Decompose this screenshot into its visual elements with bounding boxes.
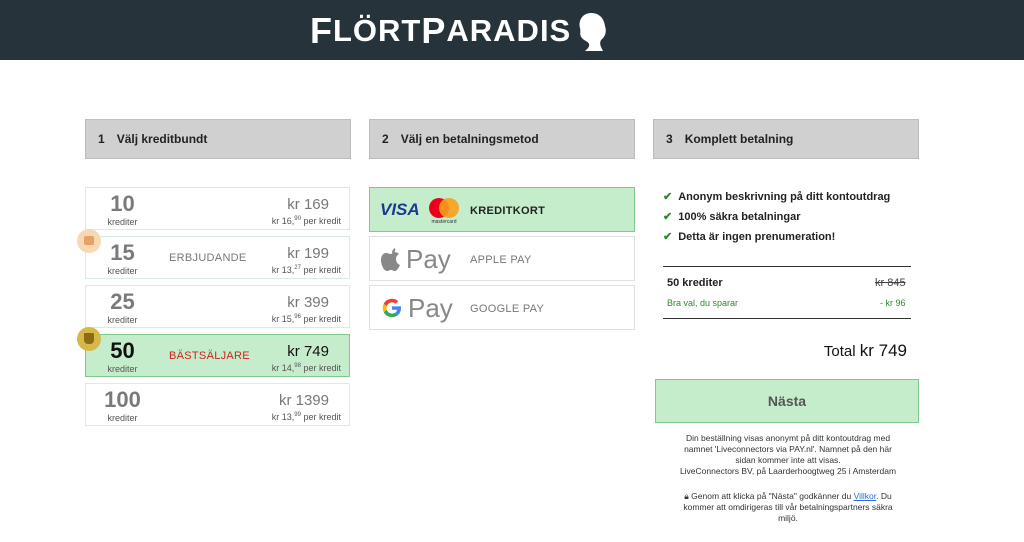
lock-icon: 🔒︎ bbox=[684, 491, 689, 501]
bundle-count: 100 bbox=[104, 387, 141, 412]
bundle-unit: krediter bbox=[107, 315, 138, 325]
step-number: 1 bbox=[98, 132, 105, 146]
bundle-unit: krediter bbox=[107, 413, 138, 423]
offer-tag: ERBJUDANDE bbox=[169, 252, 247, 264]
summary-divider-bottom bbox=[663, 318, 911, 319]
logo-letter-f: F bbox=[310, 10, 333, 51]
woman-silhouette-icon bbox=[579, 13, 607, 51]
terms-link[interactable]: Villkor bbox=[854, 491, 877, 501]
benefit-item: ✔ 100% säkra betalningar bbox=[663, 211, 801, 223]
bundle-price: kr 1399 bbox=[278, 392, 329, 409]
bundle-price: kr 199 bbox=[287, 245, 329, 262]
payment-googlepay[interactable]: Pay GOOGLE PAY bbox=[369, 285, 635, 330]
bundle-per-credit: kr 13,27 per kredit bbox=[271, 265, 341, 275]
bundle-unit: krediter bbox=[107, 364, 138, 374]
step-number: 3 bbox=[666, 132, 673, 146]
logo-word-part: LÖRT bbox=[333, 13, 422, 48]
bundle-price: kr 399 bbox=[287, 294, 329, 311]
bundle-per-credit: kr 13,99 per kredit bbox=[271, 412, 341, 422]
anonymity-note: Din beställning visas anonymt på ditt ko… bbox=[679, 433, 897, 476]
bundle-price: kr 169 bbox=[287, 196, 329, 213]
checkmark-icon: ✔ bbox=[663, 211, 673, 223]
step-2-column: 2 Välj en betalningsmetod bbox=[369, 119, 635, 159]
gift-icon bbox=[77, 229, 101, 253]
brand-logo[interactable]: F LÖRT P ARADIS bbox=[310, 10, 609, 52]
logo-word-part-2: ARADIS bbox=[446, 13, 572, 48]
bundle-price: kr 749 bbox=[287, 343, 329, 360]
summary-divider-top bbox=[663, 266, 911, 267]
payment-applepay[interactable]: Pay APPLE PAY bbox=[369, 236, 635, 281]
svg-text:mastercard: mastercard bbox=[431, 219, 456, 224]
bundle-per-credit: kr 15,96 per kredit bbox=[271, 314, 341, 324]
step-3-header: 3 Komplett betalning bbox=[653, 119, 919, 159]
step-number: 2 bbox=[382, 132, 389, 146]
payment-creditcard[interactable]: VISA mastercard KREDITKORT bbox=[369, 187, 635, 232]
bundle-25[interactable]: 25 krediter kr 399 kr 15,96 per kredit bbox=[85, 285, 350, 328]
summary-item: 50 krediter bbox=[667, 277, 723, 289]
payment-label: GOOGLE PAY bbox=[470, 303, 545, 315]
step-title: Komplett betalning bbox=[684, 132, 794, 146]
bundle-per-credit: kr 16,90 per kredit bbox=[271, 216, 341, 226]
step-title: Välj en betalningsmetod bbox=[400, 132, 539, 146]
bundle-unit: krediter bbox=[107, 266, 138, 276]
benefit-item: ✔ Anonym beskrivning på ditt kontoutdrag bbox=[663, 191, 891, 203]
step-1-header: 1 Välj kreditbundt bbox=[85, 119, 351, 159]
logo-letter-p: P bbox=[421, 10, 447, 51]
applepay-logo: Pay bbox=[380, 243, 451, 275]
visa-logo: VISA bbox=[380, 200, 420, 219]
bundle-per-credit: kr 14,98 per kredit bbox=[271, 363, 341, 373]
google-g-icon bbox=[382, 298, 401, 317]
bestseller-tag: BÄSTSÄLJARE bbox=[169, 350, 250, 362]
step-2-header: 2 Välj en betalningsmetod bbox=[369, 119, 635, 159]
bundle-count: 10 bbox=[110, 191, 135, 216]
step-1-column: 1 Välj kreditbundt bbox=[85, 119, 351, 159]
trophy-icon bbox=[77, 327, 101, 351]
savings-label: Bra val, du sparar bbox=[667, 298, 739, 308]
step-title: Välj kreditbundt bbox=[116, 132, 208, 146]
top-bar: F LÖRT P ARADIS bbox=[0, 0, 1024, 60]
bundle-unit: krediter bbox=[107, 217, 138, 227]
summary-old-price: kr 845 bbox=[875, 277, 906, 289]
payment-label: APPLE PAY bbox=[470, 254, 532, 266]
apple-icon bbox=[381, 248, 400, 271]
savings-value: - kr 96 bbox=[880, 298, 906, 308]
bundle-10[interactable]: 10 krediter kr 169 kr 16,90 per kredit bbox=[85, 187, 350, 230]
bundle-count: 25 bbox=[110, 289, 135, 314]
benefit-item: ✔ Detta är ingen prenumeration! bbox=[663, 231, 836, 243]
card-logos: VISA mastercard bbox=[380, 194, 462, 226]
bundle-15[interactable]: 15 krediter ERBJUDANDE kr 199 kr 13,27 p… bbox=[85, 236, 350, 279]
next-button[interactable]: Nästa bbox=[655, 379, 919, 423]
terms-note: 🔒︎ Genom att klicka på "Nästa" godkänner… bbox=[683, 491, 893, 523]
checkmark-icon: ✔ bbox=[663, 191, 673, 203]
mastercard-icon: mastercard bbox=[428, 198, 459, 224]
pay-word: Pay bbox=[406, 243, 451, 274]
total-price: Total kr 749 bbox=[823, 341, 907, 360]
payment-label: KREDITKORT bbox=[470, 205, 546, 217]
checkmark-icon: ✔ bbox=[663, 231, 673, 243]
bundle-50-selected[interactable]: 50 krediter BÄSTSÄLJARE kr 749 kr 14,98 … bbox=[85, 334, 350, 377]
bundle-100[interactable]: 100 krediter kr 1399 kr 13,99 per kredit bbox=[85, 383, 350, 426]
step-3-column: 3 Komplett betalning bbox=[653, 119, 919, 159]
pay-word: Pay bbox=[408, 292, 453, 323]
googlepay-logo: Pay bbox=[380, 292, 453, 324]
